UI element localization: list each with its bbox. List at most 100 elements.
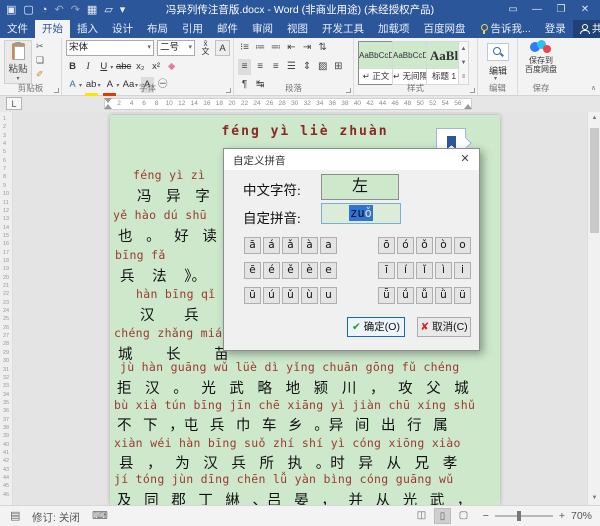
first-line-indent-marker[interactable] bbox=[104, 98, 112, 103]
cancel-button[interactable]: ✘ 取消(C) bbox=[417, 317, 471, 337]
vertical-ruler[interactable]: 1234567891011121314151617181920212223242… bbox=[0, 112, 13, 505]
accent-button-ū[interactable]: ū bbox=[244, 287, 261, 304]
justify-button[interactable]: ☰ bbox=[285, 59, 298, 75]
accent-button-ǘ[interactable]: ǘ bbox=[397, 287, 414, 304]
tab-review[interactable]: 审阅 bbox=[245, 20, 280, 38]
tab-sign-in[interactable]: 登录 bbox=[538, 20, 573, 38]
tab-references[interactable]: 引用 bbox=[175, 20, 210, 38]
accent-button-ù[interactable]: ù bbox=[301, 287, 318, 304]
shading-button[interactable]: ▨ bbox=[316, 59, 329, 75]
style-card-2[interactable]: AaBbCcD↵ 无间隔 bbox=[392, 41, 428, 85]
collapse-ribbon-icon[interactable]: ∧ bbox=[591, 84, 596, 92]
accent-button-ǖ[interactable]: ǖ bbox=[378, 287, 395, 304]
subscript-button[interactable]: x₂ bbox=[134, 59, 147, 75]
zoom-in-button[interactable]: + bbox=[559, 510, 565, 522]
tab-design[interactable]: 设计 bbox=[105, 20, 140, 38]
accent-button-è[interactable]: è bbox=[301, 262, 318, 279]
chinese-character-field[interactable]: 左 bbox=[321, 174, 399, 200]
scroll-up-arrow[interactable]: ▲ bbox=[588, 112, 600, 125]
multilevel-list-button[interactable]: ≕ bbox=[269, 40, 282, 56]
tab-baidu-netdisk[interactable]: 百度网盘 bbox=[417, 20, 473, 38]
accent-button-e[interactable]: e bbox=[320, 262, 337, 279]
tab-file[interactable]: 文件 bbox=[0, 20, 35, 38]
accent-button-ǔ[interactable]: ǔ bbox=[282, 287, 299, 304]
minimize-icon[interactable]: — bbox=[526, 0, 548, 20]
accent-button-ō[interactable]: ō bbox=[378, 237, 395, 254]
accent-button-à[interactable]: à bbox=[301, 237, 318, 254]
accent-button-i[interactable]: i bbox=[454, 262, 471, 279]
find-button[interactable] bbox=[487, 43, 509, 61]
input-mode-icon[interactable]: ⌨ bbox=[92, 509, 108, 522]
decrease-indent-button[interactable]: ⇤ bbox=[285, 40, 298, 56]
track-changes-status[interactable]: 修订: 关闭 bbox=[32, 510, 80, 525]
superscript-button[interactable]: x² bbox=[150, 59, 163, 75]
accent-button-ā[interactable]: ā bbox=[244, 237, 261, 254]
clipboard-dialog-launcher[interactable] bbox=[54, 88, 59, 93]
dialog-title-bar[interactable]: 自定义拼音 ✕ bbox=[224, 149, 479, 170]
paste-dropdown-arrow[interactable]: ▾ bbox=[5, 75, 31, 82]
align-left-button[interactable]: ≡ bbox=[238, 59, 251, 75]
vertical-scrollbar[interactable]: ▲ ▼ bbox=[587, 112, 600, 505]
accent-button-ě[interactable]: ě bbox=[282, 262, 299, 279]
dialog-close-icon[interactable]: ✕ bbox=[457, 152, 473, 165]
tab-insert[interactable]: 插入 bbox=[70, 20, 105, 38]
align-right-button[interactable]: ≡ bbox=[269, 59, 282, 75]
horizontal-ruler[interactable]: 2468101214161820222426283032343638404244… bbox=[104, 98, 472, 110]
character-border-button[interactable]: A bbox=[215, 40, 230, 56]
accent-button-ú[interactable]: ú bbox=[263, 287, 280, 304]
close-icon[interactable]: ✕ bbox=[574, 0, 596, 20]
custom-pinyin-input[interactable]: zuǒ bbox=[321, 203, 401, 224]
bullets-button[interactable]: ⁝≡ bbox=[238, 40, 251, 56]
accent-button-é[interactable]: é bbox=[263, 262, 280, 279]
accent-button-ó[interactable]: ó bbox=[397, 237, 414, 254]
accent-button-ǚ[interactable]: ǚ bbox=[416, 287, 433, 304]
styles-dialog-launcher[interactable] bbox=[470, 88, 475, 93]
copy-icon[interactable]: ❏ bbox=[36, 55, 44, 66]
print-layout-button[interactable]: ▯ bbox=[434, 508, 451, 524]
tab-view[interactable]: 视图 bbox=[280, 20, 315, 38]
tab-layout[interactable]: 布局 bbox=[140, 20, 175, 38]
strikethrough-button[interactable]: abc bbox=[116, 59, 131, 75]
font-size-combo[interactable]: 二号▾ bbox=[157, 40, 195, 56]
accent-button-a[interactable]: a bbox=[320, 237, 337, 254]
increase-indent-button[interactable]: ⇥ bbox=[301, 40, 314, 56]
right-indent-marker[interactable] bbox=[464, 104, 472, 109]
proofing-status-icon[interactable]: ▤ bbox=[10, 509, 20, 522]
cut-icon[interactable]: ✂ bbox=[36, 41, 44, 52]
accent-button-ò[interactable]: ò bbox=[435, 237, 452, 254]
sort-button[interactable]: ⇅ bbox=[316, 40, 329, 56]
web-layout-button[interactable]: ▢ bbox=[455, 508, 472, 524]
accent-button-o[interactable]: o bbox=[454, 237, 471, 254]
tab-mailings[interactable]: 邮件 bbox=[210, 20, 245, 38]
ok-button[interactable]: ✔ 确定(O) bbox=[347, 317, 405, 337]
zoom-out-button[interactable]: − bbox=[483, 510, 489, 522]
ribbon-display-options-icon[interactable]: ▭ bbox=[502, 0, 524, 20]
scroll-down-arrow[interactable]: ▼ bbox=[588, 492, 600, 505]
font-dialog-launcher[interactable] bbox=[226, 88, 231, 93]
font-name-combo[interactable]: 宋体▾ bbox=[66, 40, 154, 56]
tab-addins[interactable]: 加载项 bbox=[371, 20, 417, 38]
accent-button-ē[interactable]: ē bbox=[244, 262, 261, 279]
clear-format-icon[interactable]: ◆ bbox=[165, 59, 178, 75]
accent-button-ǒ[interactable]: ǒ bbox=[416, 237, 433, 254]
accent-button-ǎ[interactable]: ǎ bbox=[282, 237, 299, 254]
italic-button[interactable]: I bbox=[82, 59, 95, 75]
align-center-button[interactable]: ≡ bbox=[254, 59, 267, 75]
editing-button-label[interactable]: 编辑 bbox=[478, 64, 518, 77]
phonetic-guide-button[interactable]: x̄文 bbox=[198, 40, 213, 56]
accent-button-ǜ[interactable]: ǜ bbox=[435, 287, 452, 304]
numbering-button[interactable]: ≔ bbox=[254, 40, 267, 56]
accent-button-á[interactable]: á bbox=[263, 237, 280, 254]
accent-button-ì[interactable]: ì bbox=[435, 262, 452, 279]
accent-button-í[interactable]: í bbox=[397, 262, 414, 279]
accent-button-ǐ[interactable]: ǐ bbox=[416, 262, 433, 279]
zoom-slider-thumb[interactable] bbox=[517, 511, 521, 521]
underline-button[interactable]: U bbox=[97, 59, 110, 75]
editing-dropdown-arrow[interactable]: ▾ bbox=[494, 75, 497, 82]
accent-button-ü[interactable]: ü bbox=[454, 287, 471, 304]
zoom-level[interactable]: 70% bbox=[571, 510, 592, 522]
scrollbar-thumb[interactable] bbox=[590, 128, 599, 233]
zoom-slider[interactable] bbox=[495, 515, 553, 517]
paragraph-dialog-launcher[interactable] bbox=[346, 88, 351, 93]
read-mode-button[interactable]: ◫ bbox=[413, 508, 430, 524]
